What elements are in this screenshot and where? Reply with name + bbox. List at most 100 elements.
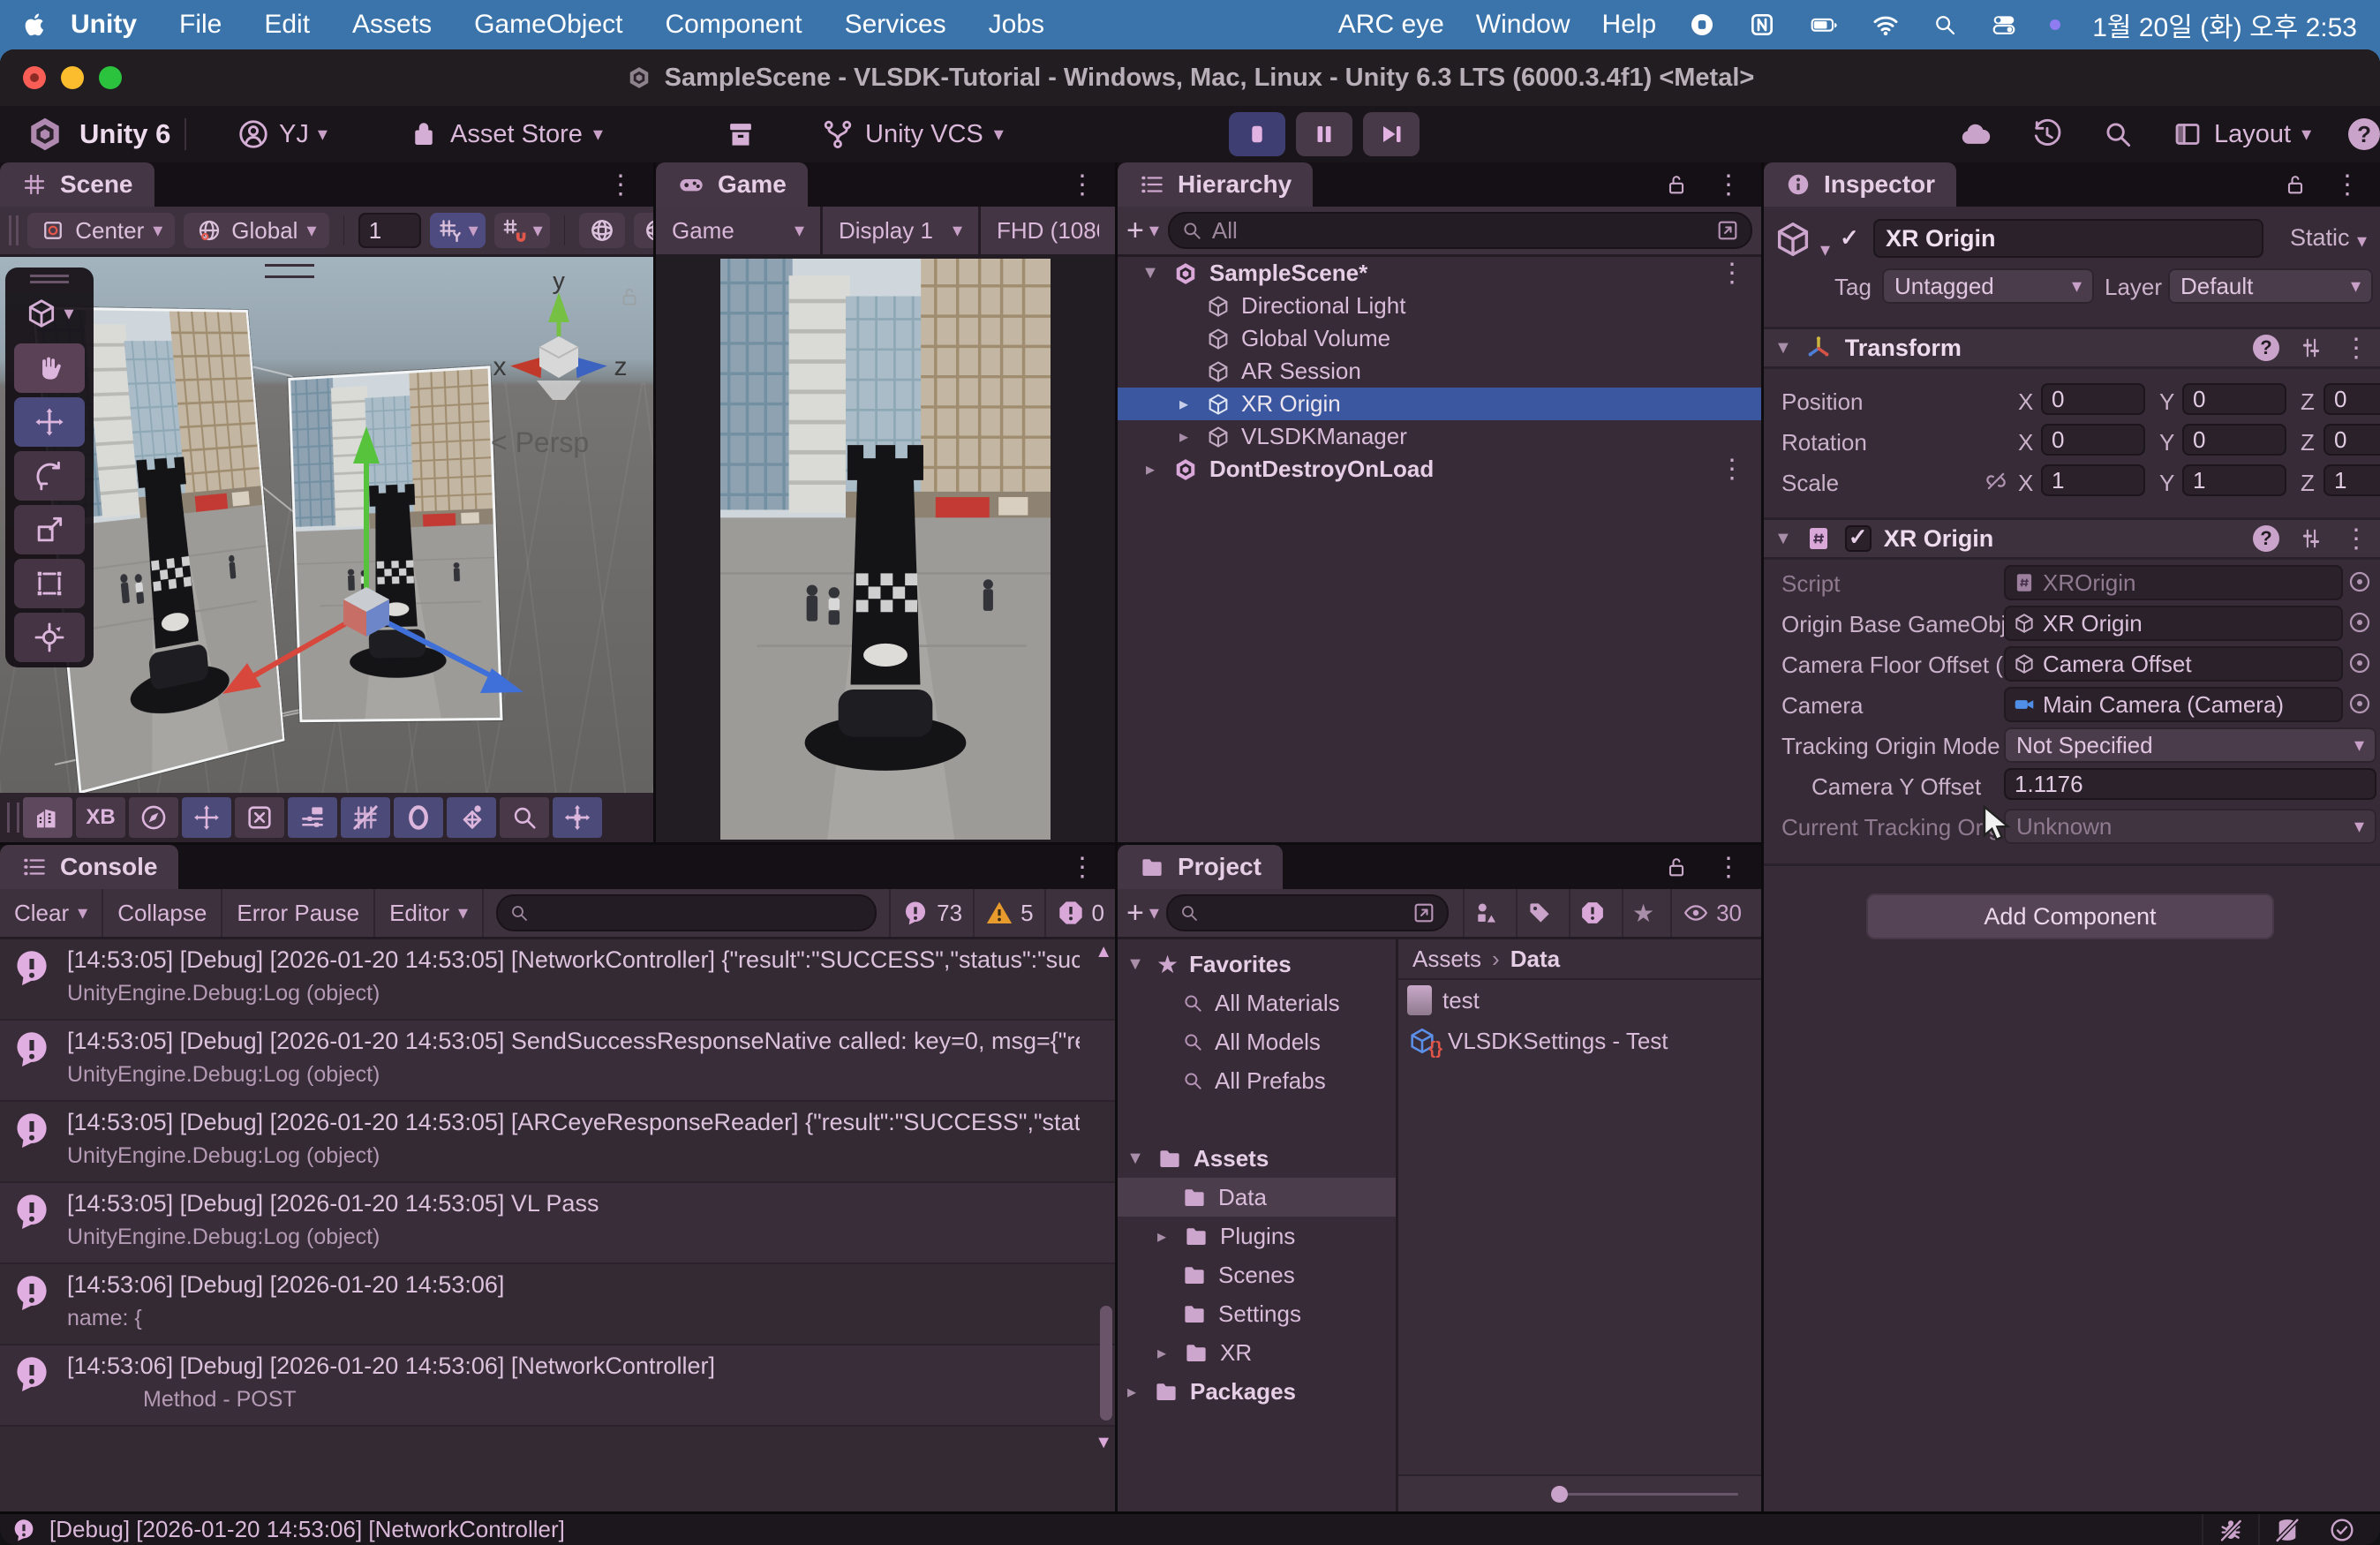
expander-icon[interactable]: ▸ <box>1151 1225 1172 1247</box>
menubar-clock[interactable]: 1월 20일 (화) 오후 2:53 <box>2092 5 2357 44</box>
hierarchy-row[interactable]: AR Session <box>1118 355 1761 388</box>
tab-console[interactable]: Console <box>0 845 178 889</box>
cloud-button[interactable] <box>1958 117 1993 152</box>
gameobject-icon-dropdown[interactable]: ▾ <box>1773 219 1830 260</box>
account-dropdown[interactable]: YJ ▾ <box>237 106 328 162</box>
slider-track[interactable] <box>1553 1493 1738 1496</box>
hierarchy-add-dropdown[interactable]: + ▾ <box>1126 214 1159 248</box>
position-z-input[interactable]: 0 <box>2324 383 2380 415</box>
rotation-y-input[interactable]: 0 <box>2182 424 2286 456</box>
hierarchy-row-dontdestroy[interactable]: ▸ DontDestroyOnLoad ⋮ <box>1118 453 1761 486</box>
folder-row[interactable]: ▸ Plugins <box>1118 1217 1396 1255</box>
battery-icon[interactable] <box>1808 11 1840 39</box>
step-button[interactable] <box>1363 112 1420 156</box>
presets-icon[interactable] <box>2299 526 2324 551</box>
expander-icon[interactable]: ▸ <box>1151 1342 1172 1364</box>
layout-dropdown[interactable]: Layout ▾ <box>2172 118 2311 150</box>
apple-menu-icon[interactable] <box>23 11 49 38</box>
rotation-x-input[interactable]: 0 <box>2041 424 2145 456</box>
transform-header[interactable]: ▼ Transform ? ⋮ <box>1764 327 2380 369</box>
hierarchy-search-input[interactable]: All <box>1168 212 1752 249</box>
compass-button[interactable] <box>129 797 178 838</box>
camera-floor-offset-field[interactable]: Camera Offset <box>2004 646 2343 682</box>
move-tool-button[interactable] <box>14 397 85 447</box>
debugger-disabled-button[interactable] <box>2202 1514 2258 1545</box>
tools-overlay-button[interactable] <box>235 797 284 838</box>
tab-inspector[interactable]: Inspector <box>1764 162 1956 207</box>
filter-by-label-button[interactable] <box>1516 889 1562 937</box>
object-picker-icon[interactable] <box>2346 690 2373 723</box>
menu-arc-eye[interactable]: ARC eye <box>1338 10 1444 40</box>
menu-unity[interactable]: Unity <box>49 10 158 40</box>
log-entry[interactable]: [14:53:05] [Debug] [2026-01-20 14:53:05]… <box>0 1102 1115 1183</box>
progress-ok-button[interactable] <box>2315 1514 2369 1545</box>
gizmo-axis-z-label[interactable]: z <box>614 352 628 381</box>
hierarchy-row-selected[interactable]: ▸ XR Origin <box>1118 388 1761 420</box>
xr-origin-header[interactable]: ▼ XR Origin ? ⋮ <box>1764 517 2380 560</box>
script-object-field[interactable]: XROrigin <box>2004 565 2343 600</box>
grid-visibility-button[interactable]: ▾ <box>430 213 486 248</box>
game-viewport[interactable] <box>656 257 1115 842</box>
expander-icon[interactable]: ▸ <box>1121 1381 1142 1403</box>
static-dropdown-arrow[interactable]: ▾ <box>2357 231 2367 251</box>
breadcrumb-current[interactable]: Data <box>1510 946 1560 973</box>
scene-audio-button[interactable] <box>634 213 653 248</box>
play-button[interactable] <box>1229 112 1285 156</box>
orbit-button[interactable] <box>394 797 443 838</box>
component-enabled-checkbox[interactable] <box>1845 525 1872 552</box>
hierarchy-lock-icon[interactable] <box>1664 172 1689 197</box>
gizmo-axis-x-label[interactable]: x <box>493 352 507 381</box>
expander-icon[interactable]: ▼ <box>1125 954 1146 975</box>
console-kebab-menu[interactable]: ⋮ <box>1069 852 1096 883</box>
object-picker-icon[interactable] <box>2346 650 2373 682</box>
visibility-count[interactable]: 30 <box>1670 889 1752 937</box>
expander-icon[interactable]: ▸ <box>1139 458 1162 480</box>
scene-kebab-menu[interactable]: ⋮ <box>607 170 634 200</box>
log-entry[interactable]: [14:53:06] [Debug] [2026-01-20 14:53:06]… <box>0 1264 1115 1345</box>
log-entry[interactable]: [14:53:05] [Debug] [2026-01-20 14:53:05]… <box>0 1183 1115 1264</box>
scene-row-kebab[interactable]: ⋮ <box>1719 258 1761 289</box>
asset-file-row[interactable]: {} VLSDKSettings - Test <box>1398 1021 1761 1061</box>
grid-size-input[interactable]: 1 <box>358 213 421 248</box>
tracking-origin-mode-dropdown[interactable]: Not Specified ▾ <box>2004 727 2376 763</box>
scale-link-icon[interactable] <box>1983 468 2009 501</box>
tools-drag-handle[interactable] <box>30 275 69 283</box>
foldout-icon[interactable]: ▼ <box>1774 338 1792 358</box>
scale-z-input[interactable]: 1 <box>2324 464 2380 496</box>
folder-row-data[interactable]: Data <box>1118 1178 1396 1217</box>
favorites-item[interactable]: All Materials <box>1118 984 1396 1022</box>
object-picker-icon[interactable] <box>2346 569 2373 601</box>
wifi-icon[interactable] <box>1872 11 1900 39</box>
foldout-icon[interactable]: ▼ <box>1774 529 1792 549</box>
asset-store-dropdown[interactable]: Asset Store ▾ <box>408 106 603 162</box>
position-y-input[interactable]: 0 <box>2182 383 2286 415</box>
screen-record-icon[interactable] <box>1688 11 1716 39</box>
gameobject-name-input[interactable]: XR Origin <box>1873 219 2263 258</box>
orientation-gizmo[interactable]: y x z <box>484 276 634 418</box>
component-kebab[interactable]: ⋮ <box>2343 524 2369 554</box>
layer-dropdown[interactable]: Default ▾ <box>2168 268 2373 304</box>
help-icon[interactable]: ? <box>2253 525 2279 552</box>
asset-file-row[interactable]: test <box>1398 980 1761 1021</box>
overlay-drag-handle[interactable] <box>265 264 314 278</box>
xb-button[interactable]: XB <box>76 797 125 838</box>
menu-assets[interactable]: Assets <box>331 10 453 40</box>
error-count-toggle[interactable]: 0 <box>1044 889 1115 937</box>
display-dropdown[interactable]: Display 1 ▾ <box>823 207 981 254</box>
menu-component[interactable]: Component <box>644 10 823 40</box>
menu-window[interactable]: Window <box>1476 10 1570 40</box>
overlay-toolbar-handle[interactable] <box>7 803 19 833</box>
clear-button[interactable]: Clear ▾ <box>0 889 103 937</box>
navigation-button[interactable] <box>553 797 602 838</box>
transform-tool-button[interactable] <box>14 613 85 662</box>
inspector-lock-icon[interactable] <box>2283 172 2308 197</box>
orientation-dropdown[interactable]: Global ▾ <box>184 213 328 248</box>
window-titlebar[interactable]: SampleScene - VLSDK-Tutorial - Windows, … <box>0 49 2380 106</box>
tab-game[interactable]: Game <box>656 162 808 207</box>
spotlight-icon[interactable] <box>1932 11 1958 38</box>
gizmo-axis-y-label[interactable]: y <box>553 276 566 295</box>
hierarchy-row[interactable]: Global Volume <box>1118 322 1761 355</box>
scene-lighting-button[interactable] <box>579 213 625 248</box>
favorites-filter-button[interactable]: ★ <box>1622 889 1663 937</box>
search-overlay-button[interactable] <box>500 797 549 838</box>
